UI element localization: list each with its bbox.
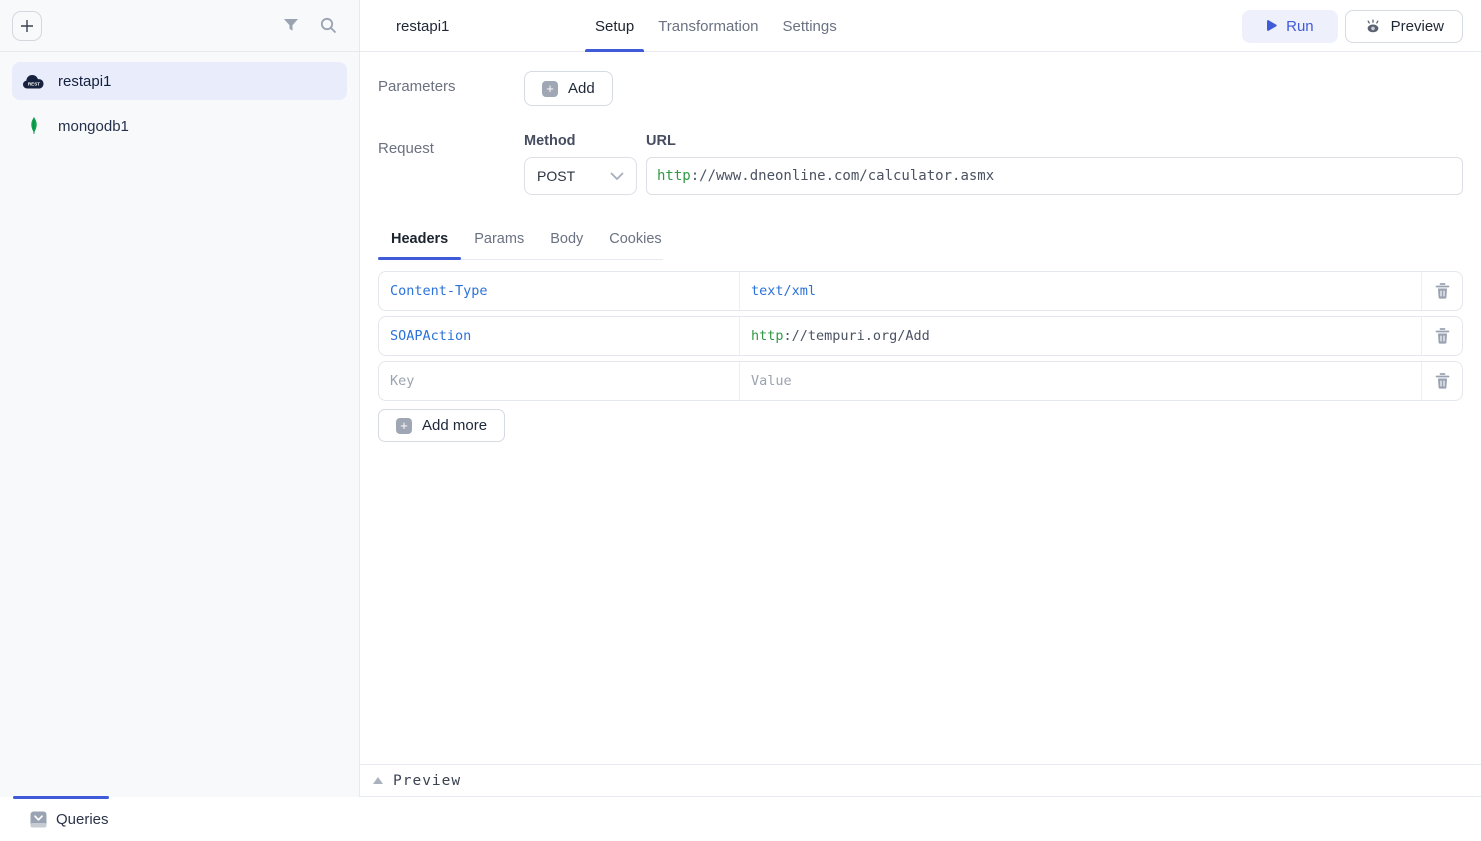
- trash-icon: [1435, 283, 1450, 299]
- preview-panel-label: Preview: [393, 773, 461, 789]
- tab-setup[interactable]: Setup: [595, 0, 634, 52]
- header-key-input[interactable]: SOAPAction: [379, 317, 740, 355]
- preview-button-label: Preview: [1391, 18, 1444, 35]
- header-value-input[interactable]: text/xml: [740, 272, 1422, 310]
- run-button-label: Run: [1286, 18, 1314, 35]
- header-row-1: Content-Type text/xml: [378, 271, 1463, 311]
- trash-icon: [1435, 328, 1450, 344]
- preview-button[interactable]: Preview: [1345, 10, 1463, 43]
- plus-icon: [20, 19, 34, 33]
- add-more-label: Add more: [422, 417, 487, 434]
- plus-square-icon: +: [396, 418, 412, 434]
- tab-params[interactable]: Params: [461, 231, 537, 259]
- url-input[interactable]: http://www.dneonline.com/calculator.asmx: [646, 157, 1463, 195]
- header-key-input[interactable]: Content-Type: [379, 272, 740, 310]
- header-row-3: Key Value: [378, 361, 1463, 401]
- sidebar-toolbar: [0, 0, 359, 52]
- parameters-label: Parameters: [378, 71, 524, 106]
- add-entity-button[interactable]: [12, 11, 42, 41]
- url-scheme: http: [657, 168, 691, 184]
- header-value-input[interactable]: Value: [740, 362, 1422, 400]
- url-block: URL http://www.dneonline.com/calculator.…: [646, 133, 1463, 195]
- key-placeholder: Key: [390, 373, 414, 389]
- chevron-down-icon: [610, 172, 624, 181]
- filter-icon: [283, 18, 299, 33]
- queries-icon: [30, 811, 47, 828]
- query-tabs: Setup Transformation Settings: [595, 0, 837, 52]
- collapse-up-icon: [373, 777, 383, 784]
- method-block: Method POST: [524, 133, 637, 195]
- search-icon: [320, 17, 337, 34]
- add-parameter-button[interactable]: + Add: [524, 71, 613, 106]
- search-button[interactable]: [320, 17, 337, 34]
- add-parameter-label: Add: [568, 80, 595, 97]
- parameters-row: Parameters + Add: [378, 71, 1463, 106]
- query-list: REST restapi1 mongodb1: [0, 52, 359, 155]
- header-key-input[interactable]: Key: [379, 362, 740, 400]
- tab-headers[interactable]: Headers: [378, 231, 461, 259]
- plus-square-icon: +: [542, 81, 558, 97]
- method-value: POST: [537, 168, 575, 184]
- header-value-input[interactable]: http://tempuri.org/Add: [740, 317, 1422, 355]
- request-label: Request: [378, 133, 524, 195]
- tab-settings[interactable]: Settings: [783, 0, 837, 52]
- sidebar-item-restapi1[interactable]: REST restapi1: [12, 62, 347, 100]
- setup-panel: Parameters + Add Request Method POST URL…: [360, 52, 1481, 764]
- tab-body[interactable]: Body: [537, 231, 596, 259]
- sidebar-item-label: restapi1: [58, 73, 111, 90]
- queries-tab-label: Queries: [56, 811, 109, 828]
- topbar-actions: Run Preview: [1242, 0, 1463, 52]
- method-label: Method: [524, 133, 637, 149]
- response-preview-toggle[interactable]: Preview: [360, 764, 1481, 797]
- headers-table: Content-Type text/xml SOAPAction http://…: [378, 271, 1463, 401]
- header-key-text: Content-Type: [390, 283, 488, 299]
- query-topbar: restapi1 Setup Transformation Settings R…: [360, 0, 1481, 52]
- header-key-text: SOAPAction: [390, 328, 471, 344]
- value-placeholder: Value: [751, 373, 792, 389]
- request-row: Request Method POST URL http://www.dneon…: [378, 133, 1463, 195]
- delete-header-button[interactable]: [1422, 362, 1462, 400]
- tab-transformation[interactable]: Transformation: [658, 0, 758, 52]
- method-select[interactable]: POST: [524, 157, 637, 195]
- tab-cookies[interactable]: Cookies: [596, 231, 674, 259]
- play-icon: [1266, 20, 1277, 32]
- header-row-2: SOAPAction http://tempuri.org/Add: [378, 316, 1463, 356]
- header-value-rest: ://tempuri.org/Add: [784, 328, 930, 344]
- delete-header-button[interactable]: [1422, 317, 1462, 355]
- sidebar: REST restapi1 mongodb1: [0, 0, 360, 797]
- queries-tab[interactable]: Queries: [30, 797, 109, 841]
- add-more-button[interactable]: + Add more: [378, 409, 505, 442]
- rest-api-icon: REST: [22, 73, 46, 90]
- query-title: restapi1: [396, 0, 449, 52]
- bottom-bar: Queries: [0, 797, 1481, 841]
- header-value-scheme: http: [751, 328, 784, 344]
- url-rest: ://www.dneonline.com/calculator.asmx: [691, 168, 994, 184]
- request-sub-tabs: Headers Params Body Cookies: [378, 231, 663, 260]
- url-label: URL: [646, 133, 1463, 149]
- trash-icon: [1435, 373, 1450, 389]
- run-button[interactable]: Run: [1242, 10, 1338, 43]
- mongodb-icon: [22, 116, 46, 136]
- sidebar-item-mongodb1[interactable]: mongodb1: [12, 107, 347, 145]
- filter-button[interactable]: [283, 18, 299, 33]
- delete-header-button[interactable]: [1422, 272, 1462, 310]
- sidebar-item-label: mongodb1: [58, 118, 129, 135]
- eye-icon: [1364, 19, 1382, 34]
- header-value-text: text/xml: [751, 283, 816, 299]
- svg-text:REST: REST: [28, 81, 40, 86]
